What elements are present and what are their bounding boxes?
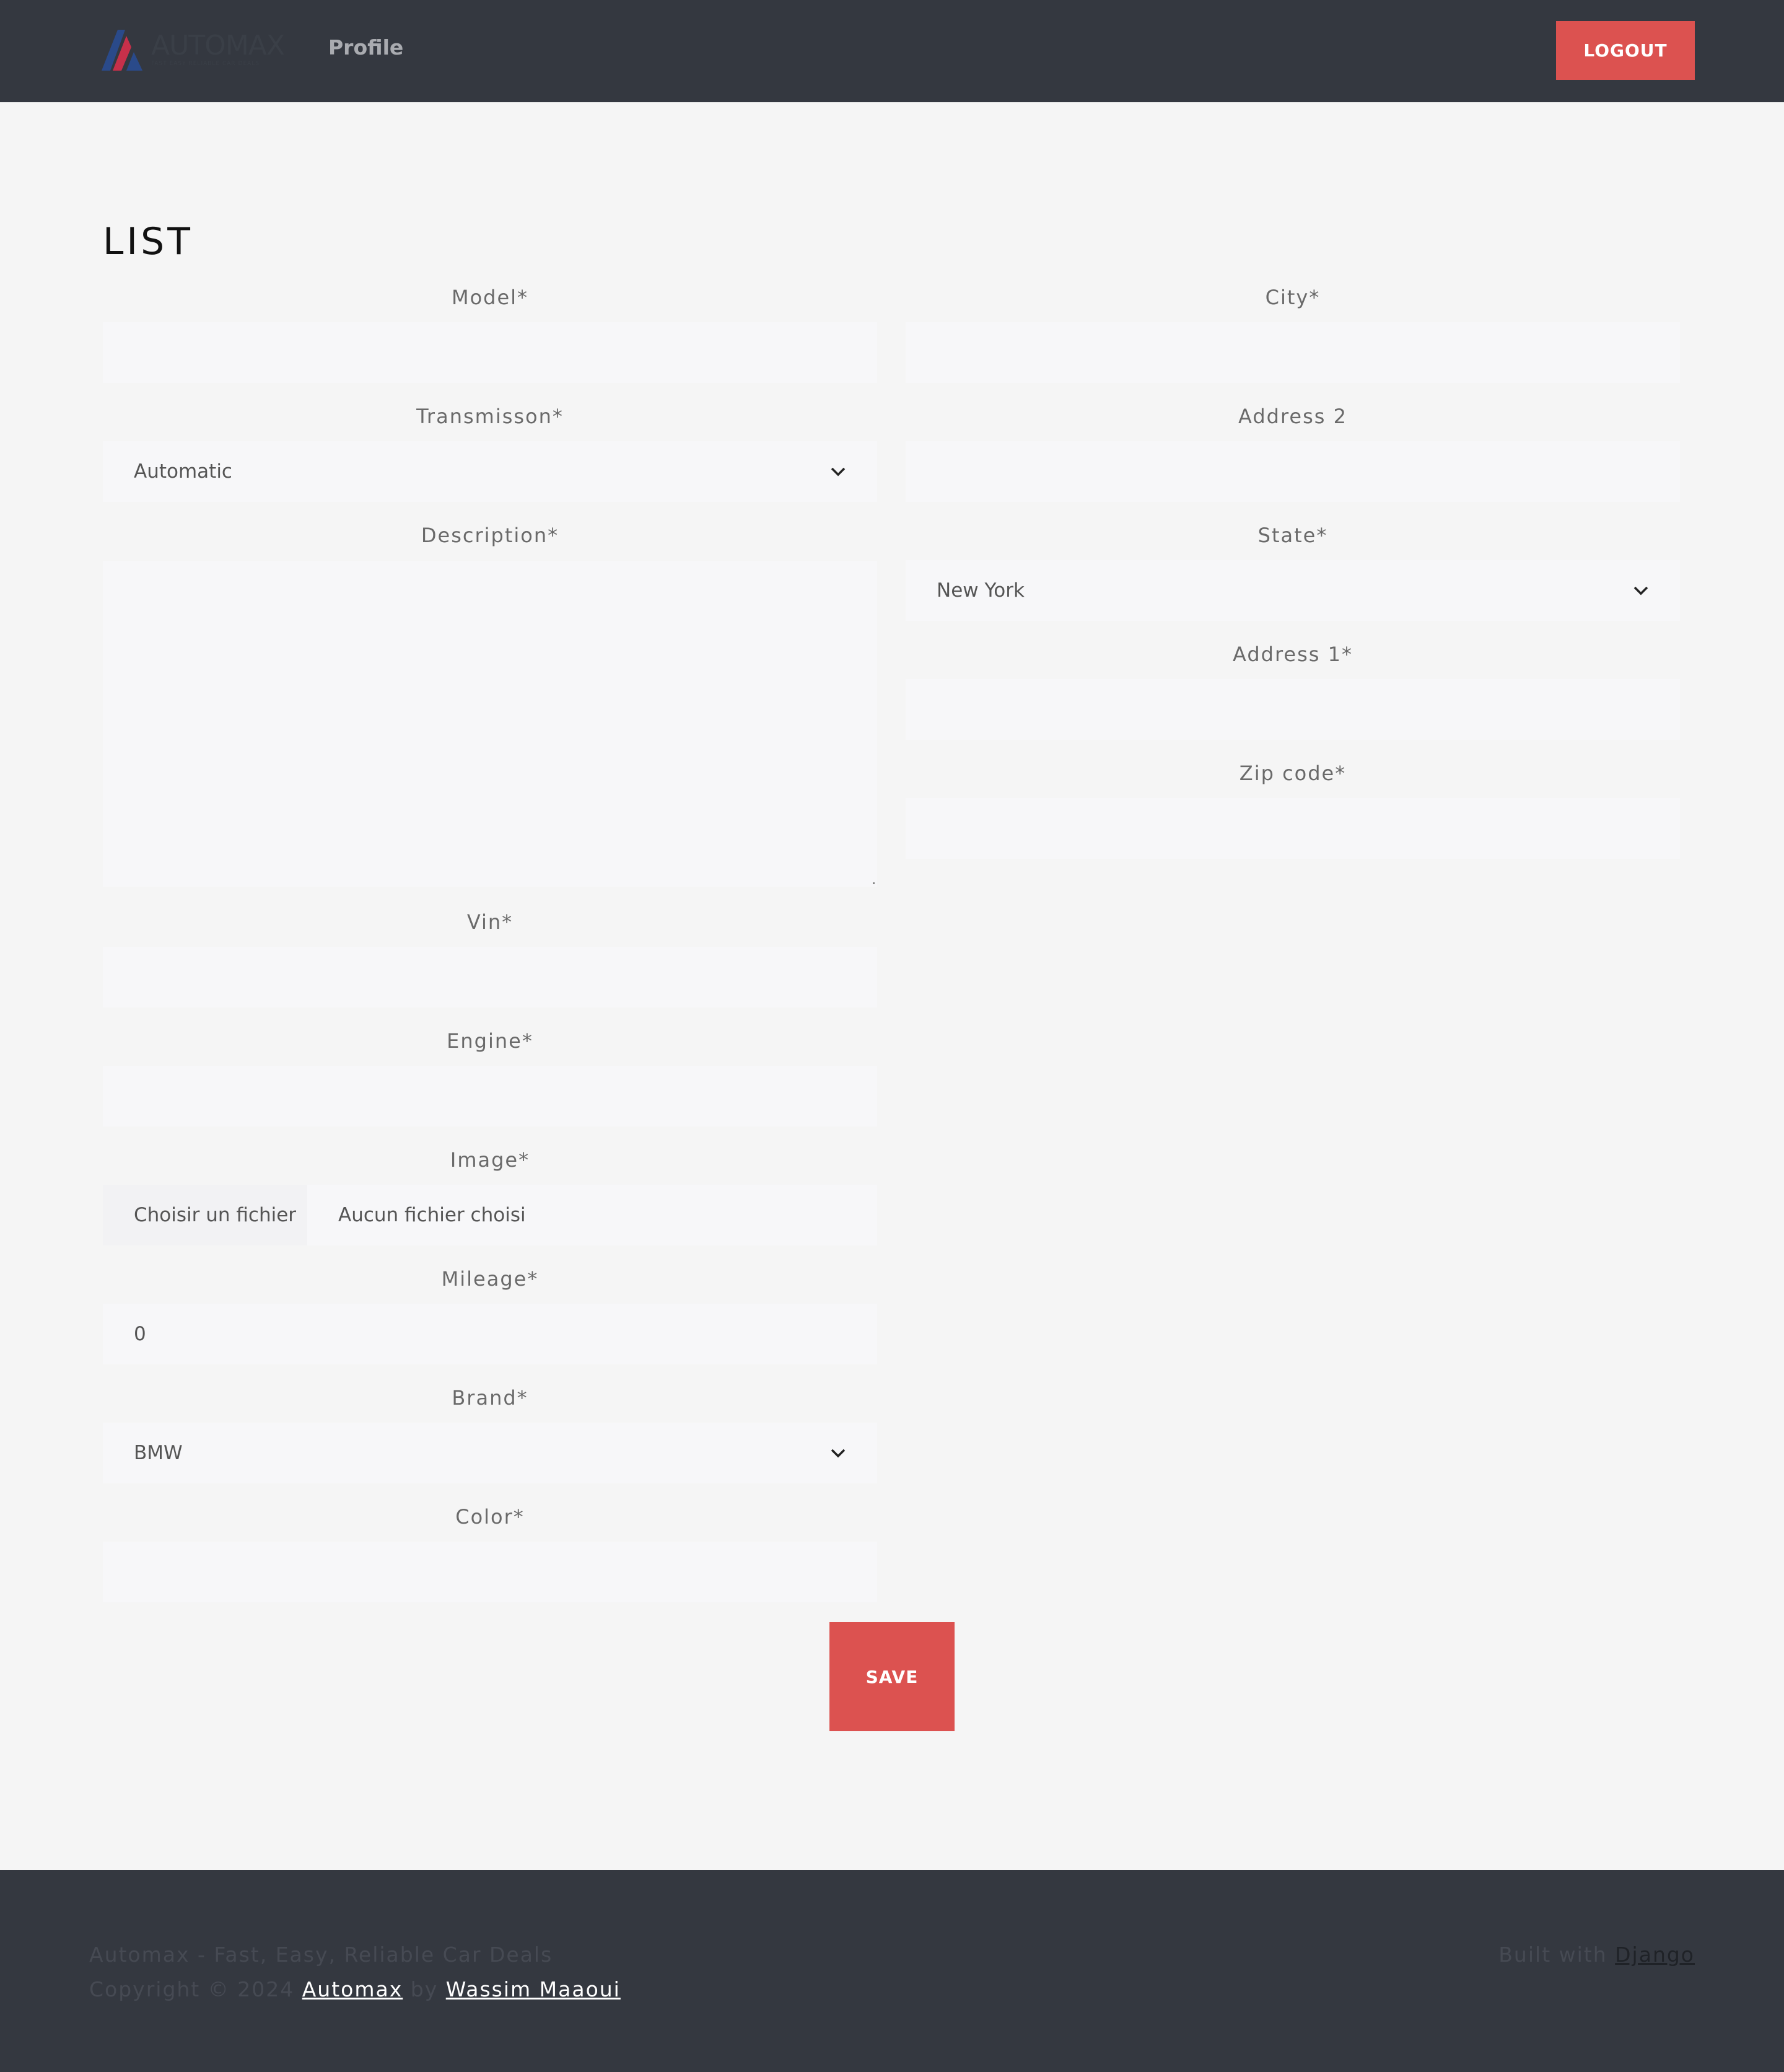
vin-input[interactable] [103, 947, 877, 1007]
built-with-text: Built with [1498, 1942, 1607, 1967]
address1-input[interactable] [906, 679, 1680, 740]
page-footer: Automax - Fast, Easy, Reliable Car Deals… [0, 1870, 1784, 2072]
file-status-text: Aucun fichier choisi [307, 1185, 877, 1245]
footer-by-text: by [410, 1977, 439, 2001]
footer-django-link[interactable]: Django [1615, 1942, 1695, 1967]
model-label: Model* [451, 286, 529, 309]
color-label: Color* [455, 1505, 525, 1529]
engine-label: Engine* [447, 1029, 533, 1053]
state-select[interactable]: New York [906, 560, 1680, 621]
footer-tagline: Automax - Fast, Easy, Reliable Car Deals [89, 1942, 553, 1967]
logo-wordmark: AUTOMAX [151, 30, 285, 61]
top-navbar: AUTOMAX FAST EASY RELIABLE CAR DEALS Pro… [0, 0, 1784, 102]
mileage-label: Mileage* [441, 1267, 539, 1291]
footer-copyright: Copyright © 2024 Automax by Wassim Maaou… [89, 1975, 621, 2004]
vin-label: Vin* [466, 910, 514, 934]
address1-label: Address 1* [1233, 643, 1353, 666]
zip-input[interactable] [906, 798, 1680, 859]
mileage-value: 0 [134, 1323, 146, 1345]
model-input[interactable] [103, 322, 877, 383]
brand-select[interactable]: BMW [103, 1423, 877, 1483]
description-textarea[interactable] [103, 561, 877, 887]
logo-tagline: FAST EASY RELIABLE CAR DEALS [151, 61, 260, 67]
address2-label: Address 2 [1238, 405, 1347, 428]
copyright-prefix: Copyright © 2024 [89, 1977, 295, 2001]
footer-author-link[interactable]: Wassim Maaoui [446, 1977, 621, 2001]
chevron-down-icon [831, 467, 846, 476]
engine-input[interactable] [103, 1066, 877, 1126]
save-button[interactable]: SAVE [829, 1622, 955, 1731]
transmission-select[interactable]: Automatic [103, 441, 877, 502]
address2-input[interactable] [906, 441, 1680, 502]
logout-button[interactable]: LOGOUT [1556, 21, 1695, 80]
transmission-label: Transmisson* [416, 405, 564, 428]
choose-file-button[interactable]: Choisir un fichier [103, 1185, 307, 1245]
footer-built-with: Built with Django [1498, 1941, 1695, 1969]
state-value: New York [937, 579, 1025, 602]
footer-automax-link[interactable]: Automax [302, 1977, 403, 2001]
color-input[interactable] [103, 1542, 877, 1602]
textarea-resize-handle[interactable] [873, 882, 875, 884]
nav-profile-link[interactable]: Profile [328, 33, 403, 62]
automax-logo[interactable]: AUTOMAX FAST EASY RELIABLE CAR DEALS [99, 27, 294, 72]
description-label: Description* [421, 524, 559, 547]
image-label: Image* [450, 1148, 530, 1172]
mileage-input[interactable]: 0 [103, 1304, 877, 1364]
zip-label: Zip code* [1239, 762, 1347, 785]
automax-logo-mark-icon [102, 30, 142, 71]
city-input[interactable] [906, 322, 1680, 383]
page-title: LIST [103, 220, 193, 263]
state-label: State* [1257, 524, 1328, 547]
chevron-down-icon [831, 1449, 846, 1458]
brand-value: BMW [134, 1442, 183, 1464]
chevron-down-icon [1633, 586, 1648, 595]
city-label: City* [1265, 286, 1321, 309]
transmission-value: Automatic [134, 460, 232, 483]
brand-label: Brand* [452, 1386, 528, 1410]
